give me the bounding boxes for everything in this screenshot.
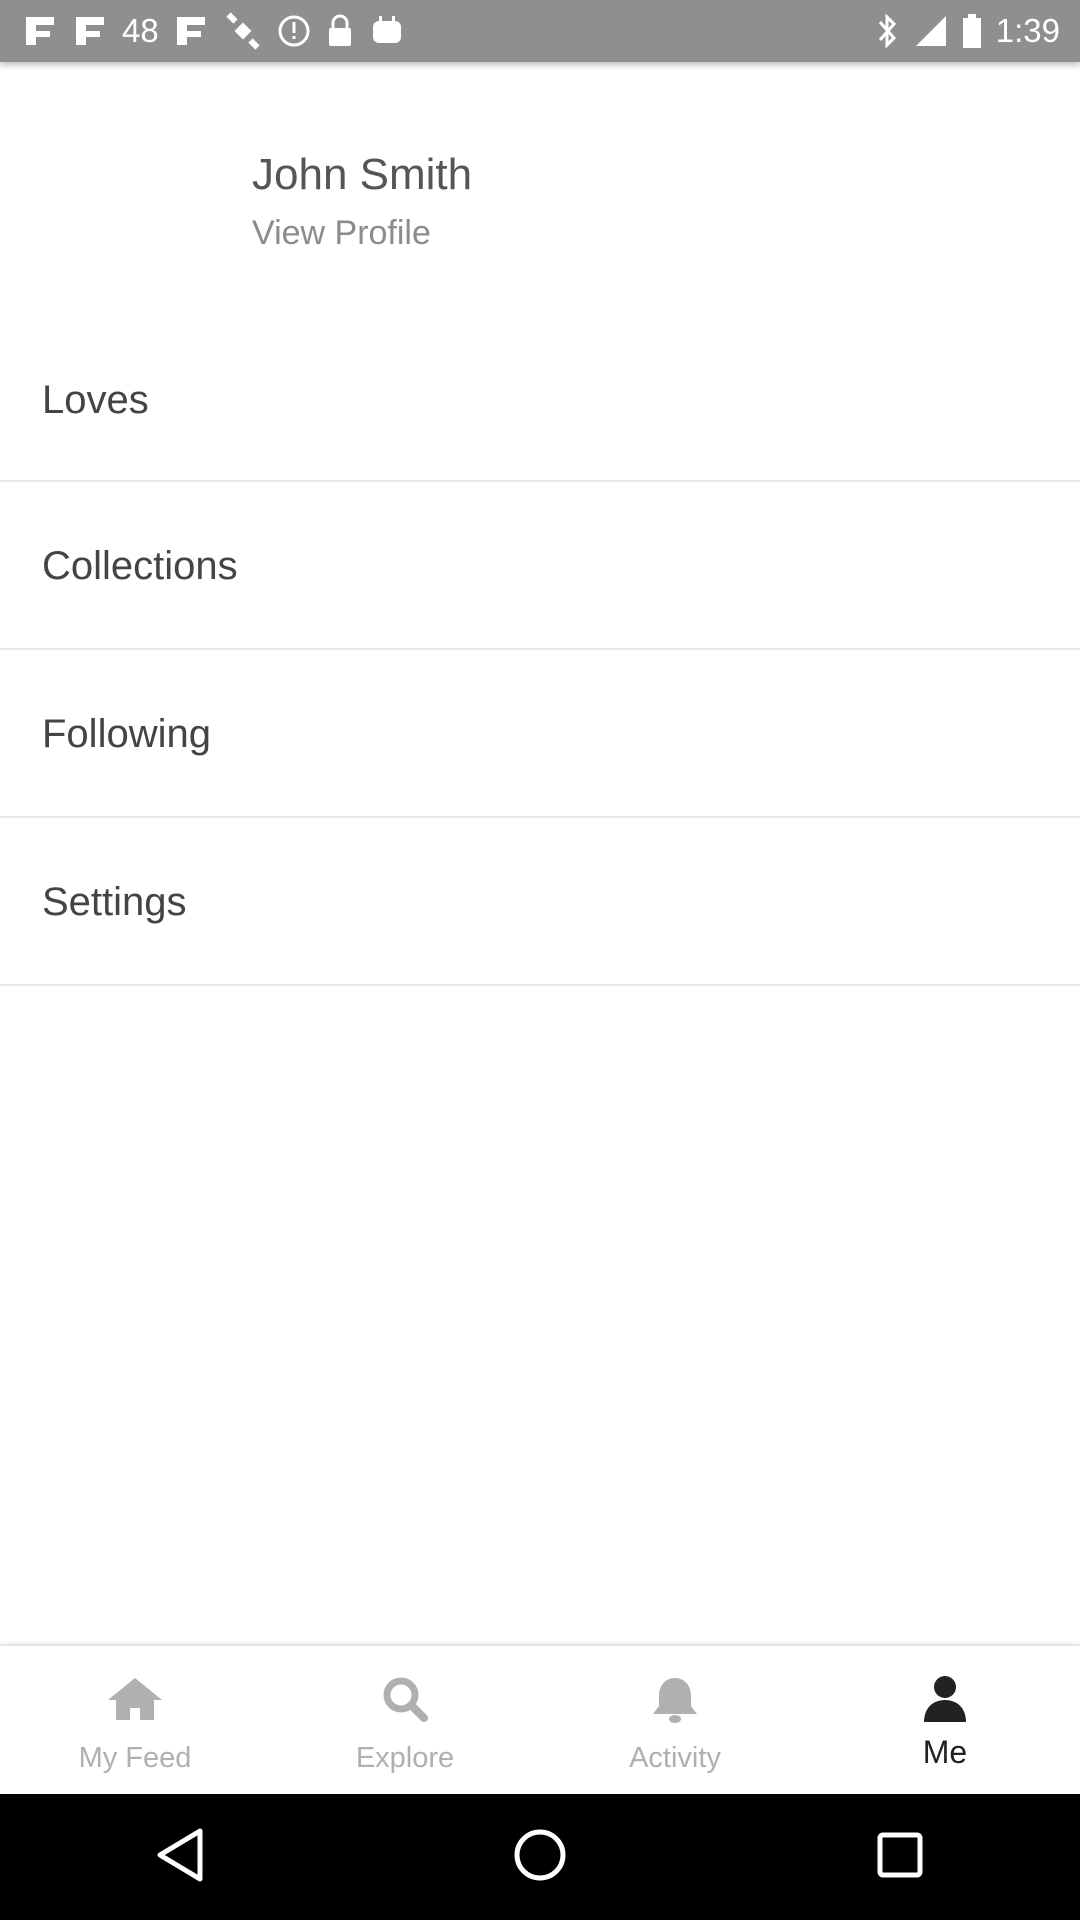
app-icon (72, 13, 108, 49)
status-left: 48 (22, 8, 405, 54)
battery-icon (962, 13, 982, 49)
recents-icon (875, 1830, 925, 1885)
tab-me[interactable]: Me (810, 1646, 1080, 1796)
status-bar: 48 1:39 (0, 0, 1080, 62)
view-profile-link[interactable]: View Profile (252, 214, 431, 253)
menu-item-label: Following (42, 712, 211, 756)
back-button[interactable] (120, 1807, 240, 1907)
home-button[interactable] (480, 1807, 600, 1907)
search-icon (380, 1674, 430, 1729)
bottom-tab-bar: My Feed Explore Activity Me (0, 1644, 1080, 1796)
tab-label: Me (922, 1734, 968, 1770)
tab-my-feed[interactable]: My Feed (0, 1646, 270, 1796)
status-right: 1:39 (876, 8, 1060, 54)
lock-icon (325, 13, 355, 49)
menu-item-following[interactable]: Following (0, 650, 1080, 818)
tab-activity[interactable]: Activity (540, 1646, 810, 1796)
person-icon (920, 1674, 970, 1729)
menu-item-collections[interactable]: Collections (0, 482, 1080, 650)
back-icon (152, 1825, 208, 1890)
satellite-icon (223, 11, 263, 51)
menu-item-label: Collections (42, 544, 238, 588)
app-icon (22, 13, 58, 49)
home-circle-icon (512, 1827, 568, 1888)
tab-explore[interactable]: Explore (270, 1646, 540, 1796)
status-time: 1:39 (995, 12, 1060, 49)
menu-item-loves[interactable]: Loves (0, 316, 1080, 482)
signal-icon (914, 14, 948, 48)
bell-icon (649, 1674, 701, 1729)
menu-item-label: Loves (42, 378, 149, 422)
tab-label: Explore (355, 1742, 455, 1774)
system-navigation-bar (0, 1794, 1080, 1920)
home-icon (104, 1674, 166, 1727)
app-icon (173, 13, 209, 49)
bluetooth-icon (876, 12, 900, 50)
menu-item-settings[interactable]: Settings (0, 818, 1080, 986)
status-number: 48 (122, 12, 159, 49)
android-icon (369, 13, 405, 49)
recents-button[interactable] (840, 1807, 960, 1907)
tab-label: My Feed (78, 1742, 192, 1774)
tab-label: Activity (629, 1742, 721, 1774)
profile-name[interactable]: John Smith (252, 150, 472, 200)
menu-item-label: Settings (42, 880, 187, 924)
menu-list: Loves Collections Following Settings (0, 316, 1080, 986)
alert-icon (277, 14, 311, 48)
